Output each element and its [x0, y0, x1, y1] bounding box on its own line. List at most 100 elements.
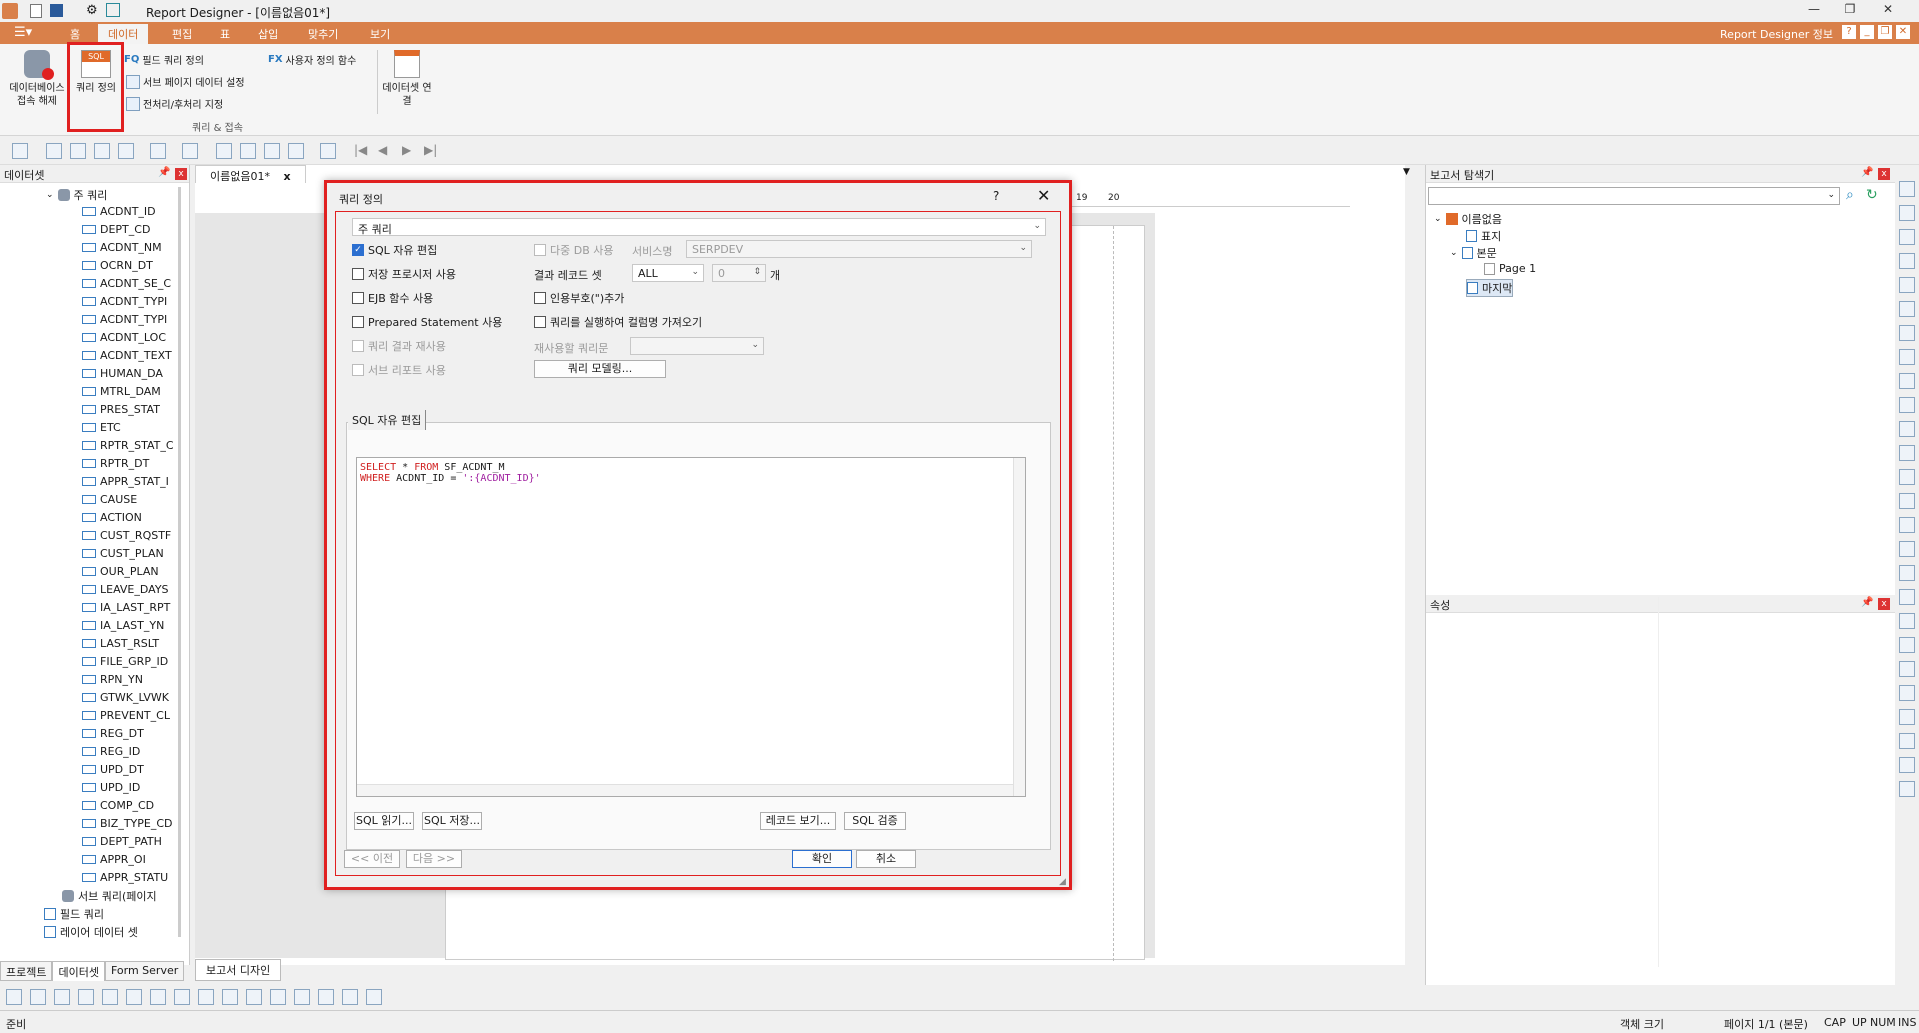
new-file-icon[interactable] [30, 4, 42, 18]
gear-icon[interactable]: ⚙ [86, 3, 98, 18]
tb-page-del-icon[interactable] [288, 143, 304, 159]
field-item[interactable]: PRES_STAT [82, 403, 160, 416]
service-select[interactable]: SERPDEV ⌄ [686, 240, 1032, 258]
field-item[interactable]: OUR_PLAN [82, 565, 159, 578]
hamburger-icon[interactable]: ☰▾ [14, 25, 32, 40]
field-item[interactable]: ACDNT_ID [82, 205, 156, 218]
tab-form-server[interactable]: Form Server [104, 961, 185, 981]
sql-editor[interactable]: SELECT * FROM SF_ACDNT_M WHERE ACDNT_ID … [356, 457, 1026, 797]
align-icon[interactable] [246, 989, 262, 1005]
tool-icon[interactable] [1899, 421, 1915, 437]
field-item[interactable]: REG_DT [82, 727, 144, 740]
canvas-dropdown-icon[interactable]: ▼ [1403, 167, 1410, 177]
tree-layer-dataset[interactable]: 레이어 데이터 셋 [44, 924, 138, 940]
field-item[interactable]: FILE_GRP_ID [82, 655, 168, 668]
tool-icon[interactable] [1899, 757, 1915, 773]
field-item[interactable]: APPR_OI [82, 853, 146, 866]
align-icon[interactable] [30, 989, 46, 1005]
explorer-last[interactable]: 마지막 [1466, 279, 1514, 297]
field-item[interactable]: CAUSE [82, 493, 137, 506]
tool-icon[interactable] [1899, 277, 1915, 293]
align-icon[interactable] [150, 989, 166, 1005]
field-query-button[interactable]: FQ 필드 쿼리 정의 [124, 52, 204, 67]
ejb-func-checkbox[interactable]: EJB 함수 사용 [352, 290, 433, 306]
field-item[interactable]: DEPT_PATH [82, 835, 162, 848]
align-icon[interactable] [342, 989, 358, 1005]
tab-align[interactable]: 맞추기 [308, 26, 338, 42]
explorer-cover[interactable]: 표지 [1466, 228, 1501, 244]
multi-db-checkbox[interactable]: 다중 DB 사용 [534, 242, 614, 258]
close-panel-icon[interactable]: x [175, 168, 187, 180]
sub-report-checkbox[interactable]: 서브 리포트 사용 [352, 362, 446, 378]
field-item[interactable]: REG_ID [82, 745, 140, 758]
save-sql-button[interactable]: SQL 저장... [422, 812, 482, 830]
tool-icon[interactable] [1899, 445, 1915, 461]
align-icon[interactable] [78, 989, 94, 1005]
tab-project[interactable]: 프로젝트 [0, 961, 53, 981]
tool-icon[interactable] [1899, 661, 1915, 677]
field-item[interactable]: BIZ_TYPE_CD [82, 817, 173, 830]
tb-text-icon[interactable] [46, 143, 62, 159]
resize-grip-icon[interactable]: ◢ [1059, 877, 1066, 887]
tool-icon[interactable] [1899, 709, 1915, 725]
reuse-query-select[interactable]: ⌄ [630, 337, 764, 355]
search-icon[interactable]: ⌕ [1846, 187, 1854, 203]
align-icon[interactable] [198, 989, 214, 1005]
sql-vscroll[interactable] [1013, 458, 1025, 796]
explorer-search-dropdown[interactable]: ⌄ [1428, 187, 1840, 205]
field-item[interactable]: ACDNT_TYPI [82, 313, 167, 326]
explorer-body[interactable]: ⌄ 본문 [1450, 245, 1497, 261]
field-item[interactable]: RPTR_STAT_C [82, 439, 174, 452]
tree-field-query[interactable]: 필드 쿼리 [44, 906, 104, 922]
tab-edit[interactable]: 편집 [172, 26, 192, 42]
prev-page-icon[interactable]: ◀ [378, 143, 387, 157]
field-item[interactable]: ETC [82, 421, 121, 434]
doc-tab-close-icon[interactable]: x [283, 170, 290, 183]
ok-button[interactable]: 확인 [792, 850, 852, 868]
tool-icon[interactable] [1899, 253, 1915, 269]
db-disconnect-button[interactable]: 데이터베이스 접속 해제 [8, 50, 66, 108]
field-item[interactable]: ACDNT_NM [82, 241, 162, 254]
field-item[interactable]: PREVENT_CL [82, 709, 170, 722]
prepared-checkbox[interactable]: Prepared Statement 사용 [352, 314, 502, 330]
field-item[interactable]: CUST_RQSTF [82, 529, 171, 542]
tool-icon[interactable] [1899, 493, 1915, 509]
tab-table[interactable]: 표 [220, 26, 230, 42]
tool-icon[interactable] [1899, 301, 1915, 317]
tool-icon[interactable] [1899, 349, 1915, 365]
field-item[interactable]: ACDNT_TEXT [82, 349, 172, 362]
reuse-result-checkbox[interactable]: 쿼리 결과 재사용 [352, 338, 446, 354]
mini-restore-icon[interactable]: ❐ [1878, 25, 1892, 39]
tab-home[interactable]: 홈 [70, 26, 80, 42]
restore-button[interactable]: ❐ [1836, 2, 1864, 20]
field-item[interactable]: LEAVE_DAYS [82, 583, 169, 596]
tool-icon[interactable] [1899, 565, 1915, 581]
tool-icon[interactable] [1899, 517, 1915, 533]
field-item[interactable]: UPD_DT [82, 763, 144, 776]
dataset-link-button[interactable]: 데이터셋 연결 [382, 50, 432, 108]
tb-frame-icon[interactable] [320, 143, 336, 159]
pre-post-button[interactable]: 전처리/후처리 지정 [126, 96, 223, 111]
quote-add-checkbox[interactable]: 인용부호(")추가 [534, 290, 624, 306]
minimize-button[interactable]: — [1800, 2, 1828, 20]
field-item[interactable]: HUMAN_DA [82, 367, 163, 380]
tree-main-query[interactable]: ⌄ 주 쿼리 [46, 187, 107, 203]
pin-icon[interactable]: 📌 [1861, 597, 1873, 608]
next-page-icon[interactable]: ▶ [402, 143, 411, 157]
tab-insert[interactable]: 삽입 [258, 26, 278, 42]
align-icon[interactable] [6, 989, 22, 1005]
tool-icon[interactable] [1899, 181, 1915, 197]
dialog-close-button[interactable]: ✕ [1037, 186, 1050, 205]
tool-icon[interactable] [1899, 685, 1915, 701]
explorer-page1[interactable]: Page 1 [1484, 262, 1536, 275]
align-icon[interactable] [318, 989, 334, 1005]
prev-button[interactable]: << 이전 [344, 850, 400, 868]
tb-textfield-icon[interactable] [70, 143, 86, 159]
report-designer-info[interactable]: Report Designer 정보 [1720, 26, 1833, 42]
record-view-button[interactable]: 레코드 보기... [760, 812, 836, 830]
align-icon[interactable] [294, 989, 310, 1005]
last-page-icon[interactable]: ▶| [424, 143, 437, 157]
tb-arrow-icon[interactable] [150, 143, 166, 159]
field-item[interactable]: IA_LAST_YN [82, 619, 164, 632]
tree-scrollbar[interactable] [178, 187, 181, 937]
